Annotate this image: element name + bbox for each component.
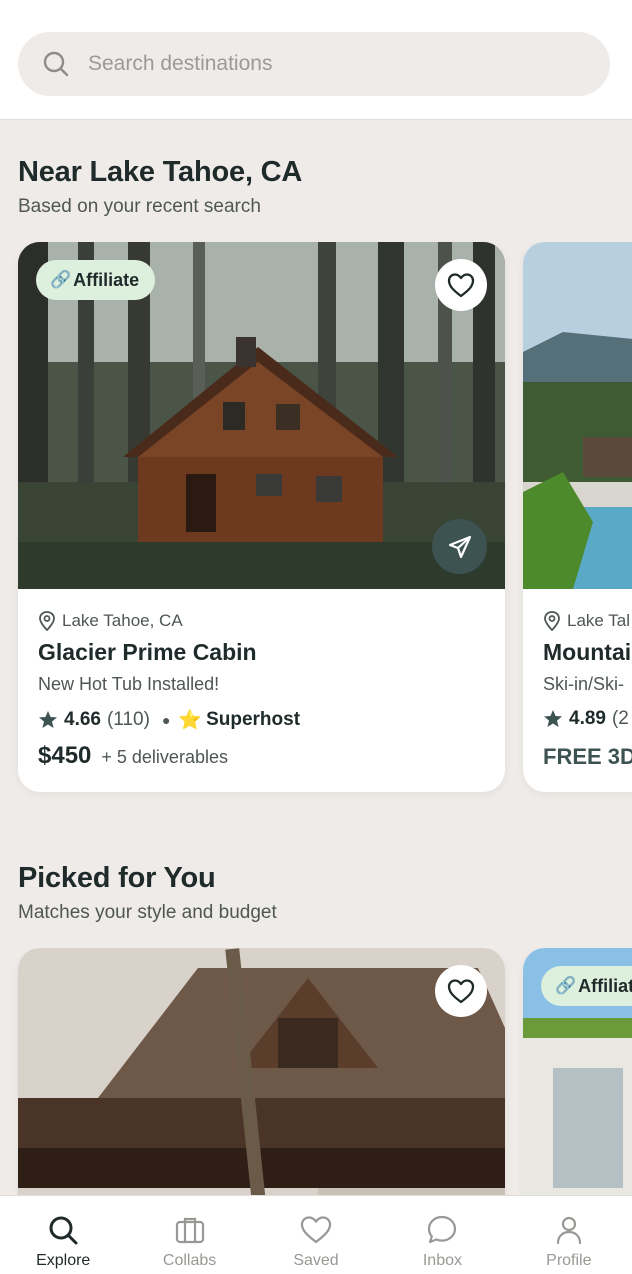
nav-label: Explore xyxy=(36,1252,91,1269)
nav-inbox[interactable]: Inbox xyxy=(379,1196,505,1274)
favorite-button[interactable] xyxy=(435,259,487,311)
listing-photo[interactable] xyxy=(18,948,505,1195)
nav-collabs[interactable]: Collabs xyxy=(126,1196,252,1274)
affiliate-badge: 🔗 Affiliate xyxy=(36,260,156,300)
section-title: Near Lake Tahoe, CA xyxy=(18,156,303,188)
price-extra: + 5 deliverables xyxy=(101,747,228,767)
price-label: FREE 3D xyxy=(543,744,632,769)
listing-price: FREE 3D xyxy=(543,744,632,770)
listing-card[interactable]: 🔗 Affiliat xyxy=(523,948,632,1195)
listing-carousel[interactable]: 🔗 Affiliate Lake Tahoe, CA Glacier Prime… xyxy=(0,242,632,802)
favorite-button[interactable] xyxy=(435,965,487,1017)
link-icon: 🔗 xyxy=(555,976,577,995)
listing-name: Glacier Prime Cabin xyxy=(38,639,257,665)
heart-icon xyxy=(300,1216,332,1244)
location-pin-icon xyxy=(544,611,560,631)
location-text: Lake Tal xyxy=(567,611,631,630)
affiliate-badge: 🔗 Affiliat xyxy=(541,966,632,1006)
send-icon xyxy=(448,535,471,558)
rating-value: 4.89 xyxy=(569,708,606,729)
superhost-star-icon: ⭐ xyxy=(178,710,203,731)
listing-card[interactable] xyxy=(18,948,505,1195)
listing-location: Lake Tal xyxy=(543,611,630,631)
rating-value: 4.66 xyxy=(64,709,101,730)
listing-rating: 4.89 (2 xyxy=(543,708,629,730)
nav-explore[interactable]: Explore xyxy=(0,1196,126,1274)
nav-label: Inbox xyxy=(422,1252,462,1269)
link-icon: 🔗 xyxy=(50,270,72,289)
listing-tagline: Ski-in/Ski- xyxy=(543,674,625,694)
location-text: Lake Tahoe, CA xyxy=(62,611,183,630)
heart-icon xyxy=(447,979,475,1004)
superhost-label: Superhost xyxy=(206,709,301,730)
price-amount: $450 xyxy=(38,742,92,769)
listing-carousel[interactable]: 🔗 Affiliat xyxy=(0,948,632,1195)
review-count: (2 xyxy=(611,708,629,729)
nav-saved[interactable]: Saved xyxy=(253,1196,379,1274)
top-bar xyxy=(0,0,632,120)
heart-icon xyxy=(447,273,475,298)
affiliate-badge-label: Affiliate xyxy=(73,269,140,290)
section-title: Picked for You xyxy=(18,862,216,894)
search-icon xyxy=(43,51,69,77)
share-button[interactable] xyxy=(432,519,487,574)
review-count: (110) xyxy=(106,709,150,730)
bottom-nav: Explore Collabs Saved Inbox Profile xyxy=(0,1195,632,1274)
section-subtitle: Matches your style and budget xyxy=(18,902,277,923)
chat-bubble-icon xyxy=(428,1215,457,1244)
separator-dot: ● xyxy=(161,712,171,728)
search-input[interactable] xyxy=(88,52,568,76)
nav-label: Profile xyxy=(546,1252,592,1269)
person-icon xyxy=(556,1216,581,1245)
listing-location: Lake Tahoe, CA xyxy=(38,611,183,631)
nav-label: Saved xyxy=(293,1252,339,1269)
listing-rating: 4.66 (110) ● ⭐ Superhost xyxy=(38,708,300,732)
section-subtitle: Based on your recent search xyxy=(18,196,261,217)
star-icon xyxy=(544,710,562,727)
search-bar[interactable] xyxy=(18,32,610,96)
nav-profile[interactable]: Profile xyxy=(506,1196,632,1274)
listing-card[interactable]: 🔗 Affiliate Lake Tahoe, CA Glacier Prime… xyxy=(18,242,505,792)
listing-price: $450 + 5 deliverables xyxy=(38,742,228,770)
nav-label: Collabs xyxy=(162,1252,217,1269)
briefcase-icon xyxy=(175,1217,204,1244)
listing-name: Mountai xyxy=(543,639,632,665)
listing-card[interactable]: Lake Tal Mountai Ski-in/Ski- 4.89 (2 FRE… xyxy=(523,242,632,792)
star-icon xyxy=(39,711,57,728)
listing-tagline: New Hot Tub Installed! xyxy=(38,674,220,694)
listing-photo[interactable] xyxy=(523,242,632,589)
affiliate-badge-label: Affiliat xyxy=(578,975,632,996)
search-icon xyxy=(49,1216,78,1245)
location-pin-icon xyxy=(39,611,55,631)
